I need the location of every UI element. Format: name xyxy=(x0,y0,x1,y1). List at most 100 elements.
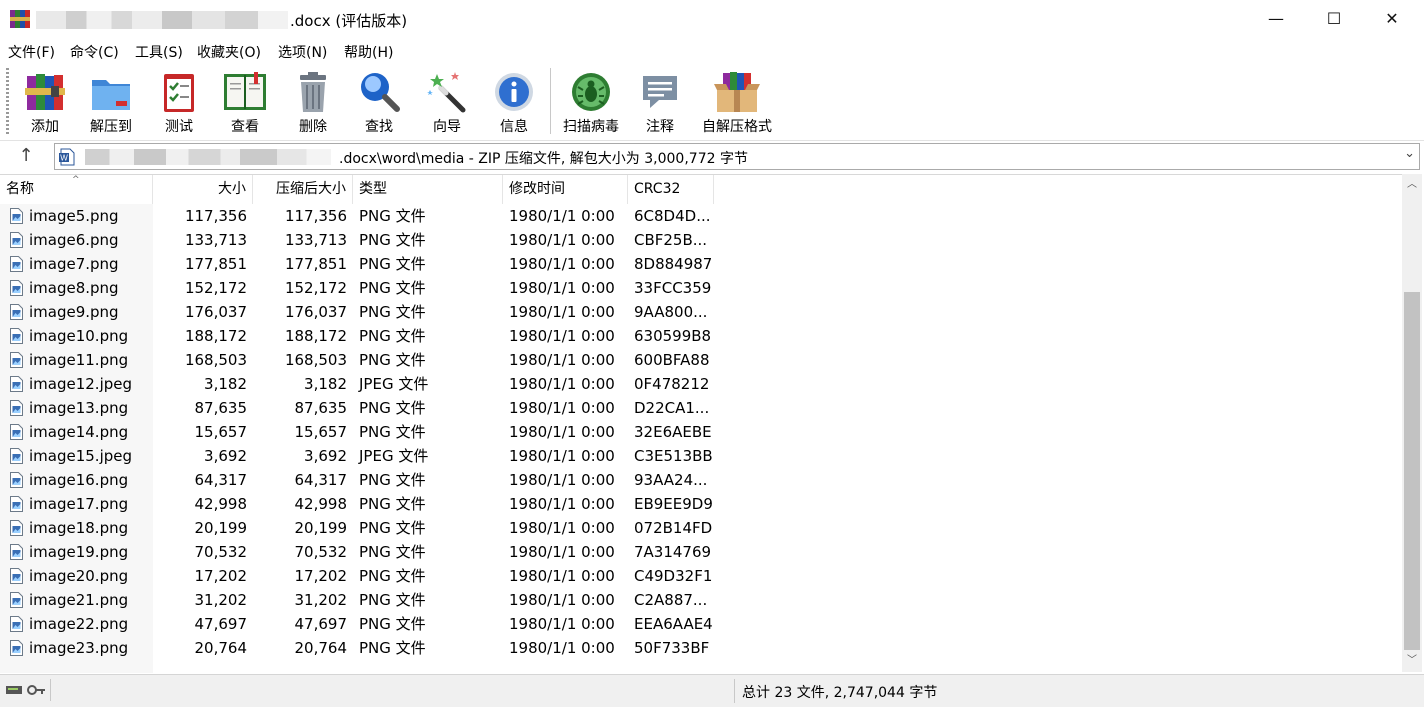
file-row[interactable]: image17.png 42,998 42,998 PNG 文件 1980/1/1 0:… xyxy=(0,492,720,516)
image-file-icon xyxy=(10,520,23,536)
column-header-name[interactable]: 名称 ^ xyxy=(0,175,153,204)
menu-options[interactable]: 选项(N) xyxy=(278,42,327,62)
file-row[interactable]: image5.png 117,356 117,356 PNG 文件 1980/1/1 0… xyxy=(0,204,720,228)
file-row[interactable]: image8.png 152,172 152,172 PNG 文件 1980/1/1 0… xyxy=(0,276,720,300)
maximize-icon: ☐ xyxy=(1326,9,1342,28)
view-book-icon xyxy=(224,72,266,110)
extract-to-button[interactable]: 解压到 xyxy=(78,66,144,136)
column-header-type[interactable]: 类型 xyxy=(353,175,503,204)
toolbar-grip[interactable] xyxy=(6,68,9,134)
image-file-icon xyxy=(10,616,23,632)
file-row[interactable]: image18.png 20,199 20,199 PNG 文件 1980/1/1 0:… xyxy=(0,516,720,540)
up-one-level-button[interactable]: ↑ xyxy=(14,144,38,168)
file-row[interactable]: image10.png 188,172 188,172 PNG 文件 1980/1/1 … xyxy=(0,324,720,348)
file-row[interactable]: image15.jpeg 3,692 3,692 JPEG 文件 1980/1/1 0:… xyxy=(0,444,720,468)
scrollbar-thumb[interactable] xyxy=(1404,292,1420,650)
minimize-button[interactable]: — xyxy=(1247,0,1305,38)
menu-commands[interactable]: 命令(C) xyxy=(70,42,119,62)
file-row[interactable]: image6.png 133,713 133,713 PNG 文件 1980/1/1 0… xyxy=(0,228,720,252)
file-row[interactable]: image22.png 47,697 47,697 PNG 文件 1980/1/1 0:… xyxy=(0,612,720,636)
virus-scan-label: 扫描病毒 xyxy=(563,119,619,135)
sfx-box-icon xyxy=(714,72,760,112)
file-packed: 20,764 xyxy=(294,639,348,657)
view-button[interactable]: 查看 xyxy=(212,66,278,136)
file-modified: 1980/1/1 0:00 xyxy=(509,495,615,513)
add-button[interactable]: 添加 xyxy=(12,66,78,136)
menu-file[interactable]: 文件(F) xyxy=(8,42,55,62)
file-name: image23.png xyxy=(29,639,129,657)
vertical-scrollbar[interactable]: ︿ ﹀ xyxy=(1402,174,1422,672)
file-row[interactable]: image16.png 64,317 64,317 PNG 文件 1980/1/1 0:… xyxy=(0,468,720,492)
file-modified: 1980/1/1 0:00 xyxy=(509,255,615,273)
scroll-up-icon[interactable]: ︿ xyxy=(1402,174,1422,196)
word-document-icon: W xyxy=(59,148,75,166)
add-archive-icon xyxy=(25,74,65,110)
find-button[interactable]: 查找 xyxy=(346,66,412,136)
file-size: 64,317 xyxy=(194,471,248,489)
drive-key-icon[interactable] xyxy=(2,679,48,699)
file-packed: 64,317 xyxy=(294,471,348,489)
menu-favorites[interactable]: 收藏夹(O) xyxy=(197,42,261,62)
image-file-icon xyxy=(10,352,23,368)
status-summary: 总计 23 文件, 2,747,044 字节 xyxy=(742,685,938,701)
file-type: PNG 文件 xyxy=(359,615,426,633)
file-name: image15.jpeg xyxy=(29,447,133,465)
info-button[interactable]: 信息 xyxy=(481,66,547,136)
virus-scan-button[interactable]: 扫描病毒 xyxy=(558,66,624,136)
file-crc: 9AA800... xyxy=(634,303,708,321)
chevron-down-icon[interactable]: ⌄ xyxy=(1404,146,1415,161)
file-row[interactable]: image12.jpeg 3,182 3,182 JPEG 文件 1980/1/1 0:… xyxy=(0,372,720,396)
file-modified: 1980/1/1 0:00 xyxy=(509,207,615,225)
file-row[interactable]: image20.png 17,202 17,202 PNG 文件 1980/1/1 0:… xyxy=(0,564,720,588)
file-row[interactable]: image13.png 87,635 87,635 PNG 文件 1980/1/1 0:… xyxy=(0,396,720,420)
menu-help[interactable]: 帮助(H) xyxy=(344,42,393,62)
file-crc: 600BFA88 xyxy=(634,351,710,369)
file-modified: 1980/1/1 0:00 xyxy=(509,231,615,249)
file-row[interactable]: image11.png 168,503 168,503 PNG 文件 1980/1/1 … xyxy=(0,348,720,372)
file-name: image8.png xyxy=(29,279,119,297)
file-row[interactable]: image23.png 20,764 20,764 PNG 文件 1980/1/1 0:… xyxy=(0,636,720,660)
file-packed: 70,532 xyxy=(294,543,348,561)
file-row[interactable]: image9.png 176,037 176,037 PNG 文件 1980/1/1 0… xyxy=(0,300,720,324)
sfx-button[interactable]: 自解压格式 xyxy=(697,66,777,136)
file-packed: 168,503 xyxy=(284,351,347,369)
file-name: image21.png xyxy=(29,591,129,609)
address-path-field[interactable]: W .docx\word\media - ZIP 压缩文件, 解包大小为 3,0… xyxy=(54,143,1420,170)
file-crc: 33FCC359 xyxy=(634,279,712,297)
test-button[interactable]: 测试 xyxy=(146,66,212,136)
column-header-crc[interactable]: CRC32 xyxy=(628,175,714,204)
file-row[interactable]: image19.png 70,532 70,532 PNG 文件 1980/1/1 0:… xyxy=(0,540,720,564)
file-type: PNG 文件 xyxy=(359,639,426,657)
close-button[interactable]: ✕ xyxy=(1363,0,1421,38)
file-modified: 1980/1/1 0:00 xyxy=(509,639,615,657)
column-header-packed[interactable]: 压缩后大小 xyxy=(253,175,353,204)
file-name: image9.png xyxy=(29,303,119,321)
delete-button[interactable]: 删除 xyxy=(280,66,346,136)
file-packed: 31,202 xyxy=(294,591,348,609)
file-modified: 1980/1/1 0:00 xyxy=(509,423,615,441)
file-type: PNG 文件 xyxy=(359,591,426,609)
scroll-down-icon[interactable]: ﹀ xyxy=(1402,650,1422,672)
svg-text:W: W xyxy=(60,154,68,163)
maximize-button[interactable]: ☐ xyxy=(1305,0,1363,38)
file-name: image6.png xyxy=(29,231,119,249)
file-size: 20,199 xyxy=(194,519,248,537)
file-crc: C49D32F1 xyxy=(634,567,713,585)
comment-icon xyxy=(643,76,677,108)
column-header-modified[interactable]: 修改时间 xyxy=(503,175,628,204)
file-row[interactable]: image7.png 177,851 177,851 PNG 文件 1980/1/1 0… xyxy=(0,252,720,276)
status-bar: 总计 23 文件, 2,747,044 字节 xyxy=(0,674,1424,707)
file-row[interactable]: image21.png 31,202 31,202 PNG 文件 1980/1/1 0:… xyxy=(0,588,720,612)
column-header-size[interactable]: 大小 xyxy=(153,175,253,204)
wizard-button[interactable]: 向导 xyxy=(414,66,480,136)
file-size: 15,657 xyxy=(194,423,248,441)
winrar-app-icon[interactable] xyxy=(10,10,30,28)
file-size: 168,503 xyxy=(184,351,247,369)
file-crc: 0F478212 xyxy=(634,375,710,393)
file-row[interactable]: image14.png 15,657 15,657 PNG 文件 1980/1/1 0:… xyxy=(0,420,720,444)
menu-tools[interactable]: 工具(S) xyxy=(135,42,183,62)
file-size: 117,356 xyxy=(184,207,247,225)
comment-button[interactable]: 注释 xyxy=(627,66,693,136)
file-packed: 87,635 xyxy=(294,399,348,417)
file-crc: C2A887... xyxy=(634,591,708,609)
